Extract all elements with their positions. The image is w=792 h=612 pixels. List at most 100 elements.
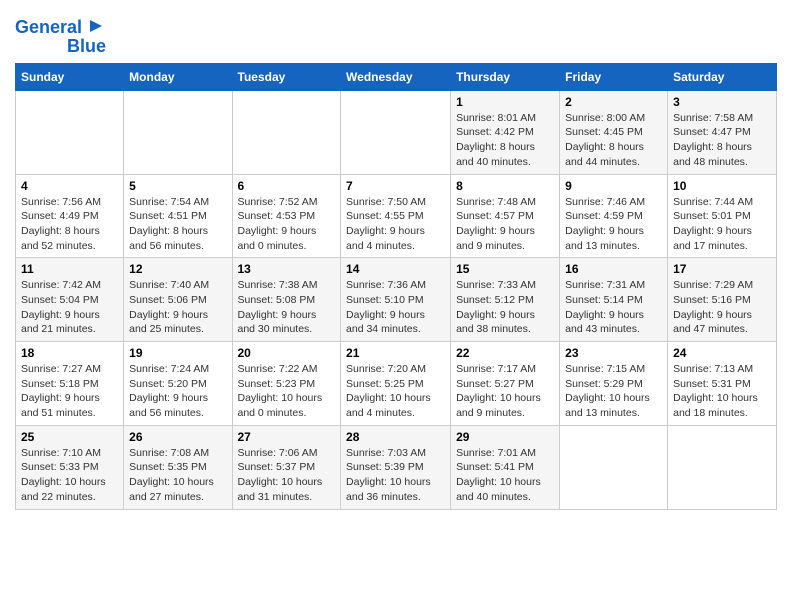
day-number: 6 <box>238 179 336 193</box>
day-number: 8 <box>456 179 554 193</box>
day-number: 28 <box>346 430 445 444</box>
day-info: Sunrise: 7:08 AM Sunset: 5:35 PM Dayligh… <box>129 446 226 505</box>
day-info: Sunrise: 7:10 AM Sunset: 5:33 PM Dayligh… <box>21 446 118 505</box>
calendar-cell: 12 Sunrise: 7:40 AM Sunset: 5:06 PM Dayli… <box>124 258 232 342</box>
day-info: Sunrise: 8:01 AM Sunset: 4:42 PM Dayligh… <box>456 111 554 170</box>
header-day: Tuesday <box>232 63 341 90</box>
calendar-cell <box>16 90 124 174</box>
calendar-cell: 22 Sunrise: 7:17 AM Sunset: 5:27 PM Dayli… <box>451 342 560 426</box>
day-info: Sunrise: 7:50 AM Sunset: 4:55 PM Dayligh… <box>346 195 445 254</box>
calendar-cell: 20Sunrise: 7:22 AM Sunset: 5:23 PM Dayli… <box>232 342 341 426</box>
day-number: 24 <box>673 346 771 360</box>
header-day: Wednesday <box>341 63 451 90</box>
logo-blue-text: Blue <box>67 37 106 57</box>
day-number: 18 <box>21 346 118 360</box>
calendar-cell: 24 Sunrise: 7:13 AM Sunset: 5:31 PM Dayli… <box>668 342 777 426</box>
calendar-cell: 26Sunrise: 7:08 AM Sunset: 5:35 PM Dayli… <box>124 425 232 509</box>
logo-general: General <box>15 18 82 38</box>
day-info: Sunrise: 7:01 AM Sunset: 5:41 PM Dayligh… <box>456 446 554 505</box>
calendar-week-row: 1 Sunrise: 8:01 AM Sunset: 4:42 PM Daylig… <box>16 90 777 174</box>
day-number: 14 <box>346 262 445 276</box>
day-number: 15 <box>456 262 554 276</box>
day-info: Sunrise: 7:40 AM Sunset: 5:06 PM Dayligh… <box>129 278 226 337</box>
calendar-table: SundayMondayTuesdayWednesdayThursdayFrid… <box>15 63 777 510</box>
calendar-cell: 16 Sunrise: 7:31 AM Sunset: 5:14 PM Dayli… <box>560 258 668 342</box>
calendar-cell <box>668 425 777 509</box>
day-info: Sunrise: 7:44 AM Sunset: 5:01 PM Dayligh… <box>673 195 771 254</box>
logo-icon <box>86 16 106 36</box>
calendar-cell <box>560 425 668 509</box>
calendar-week-row: 25 Sunrise: 7:10 AM Sunset: 5:33 PM Dayli… <box>16 425 777 509</box>
calendar-cell: 4 Sunrise: 7:56 AM Sunset: 4:49 PM Daylig… <box>16 174 124 258</box>
day-info: Sunrise: 7:42 AM Sunset: 5:04 PM Dayligh… <box>21 278 118 337</box>
day-number: 10 <box>673 179 771 193</box>
calendar-cell: 19 Sunrise: 7:24 AM Sunset: 5:20 PM Dayli… <box>124 342 232 426</box>
day-info: Sunrise: 8:00 AM Sunset: 4:45 PM Dayligh… <box>565 111 662 170</box>
calendar-cell: 6 Sunrise: 7:52 AM Sunset: 4:53 PM Daylig… <box>232 174 341 258</box>
day-info: Sunrise: 7:46 AM Sunset: 4:59 PM Dayligh… <box>565 195 662 254</box>
day-info: Sunrise: 7:24 AM Sunset: 5:20 PM Dayligh… <box>129 362 226 421</box>
day-number: 5 <box>129 179 226 193</box>
day-number: 4 <box>21 179 118 193</box>
page-header: General Blue <box>15 10 777 57</box>
day-info: Sunrise: 7:58 AM Sunset: 4:47 PM Dayligh… <box>673 111 771 170</box>
day-number: 11 <box>21 262 118 276</box>
calendar-cell: 13Sunrise: 7:38 AM Sunset: 5:08 PM Dayli… <box>232 258 341 342</box>
day-info: Sunrise: 7:54 AM Sunset: 4:51 PM Dayligh… <box>129 195 226 254</box>
day-number: 12 <box>129 262 226 276</box>
calendar-cell: 27Sunrise: 7:06 AM Sunset: 5:37 PM Dayli… <box>232 425 341 509</box>
day-number: 16 <box>565 262 662 276</box>
day-info: Sunrise: 7:48 AM Sunset: 4:57 PM Dayligh… <box>456 195 554 254</box>
day-info: Sunrise: 7:56 AM Sunset: 4:49 PM Dayligh… <box>21 195 118 254</box>
day-info: Sunrise: 7:20 AM Sunset: 5:25 PM Dayligh… <box>346 362 445 421</box>
logo: General Blue <box>15 14 106 57</box>
day-number: 1 <box>456 95 554 109</box>
day-number: 13 <box>238 262 336 276</box>
day-info: Sunrise: 7:36 AM Sunset: 5:10 PM Dayligh… <box>346 278 445 337</box>
day-info: Sunrise: 7:33 AM Sunset: 5:12 PM Dayligh… <box>456 278 554 337</box>
day-number: 29 <box>456 430 554 444</box>
calendar-cell: 5 Sunrise: 7:54 AM Sunset: 4:51 PM Daylig… <box>124 174 232 258</box>
day-number: 21 <box>346 346 445 360</box>
calendar-cell: 11 Sunrise: 7:42 AM Sunset: 5:04 PM Dayli… <box>16 258 124 342</box>
day-info: Sunrise: 7:31 AM Sunset: 5:14 PM Dayligh… <box>565 278 662 337</box>
day-number: 2 <box>565 95 662 109</box>
day-number: 25 <box>21 430 118 444</box>
day-info: Sunrise: 7:17 AM Sunset: 5:27 PM Dayligh… <box>456 362 554 421</box>
calendar-cell <box>124 90 232 174</box>
calendar-cell: 25 Sunrise: 7:10 AM Sunset: 5:33 PM Dayli… <box>16 425 124 509</box>
day-number: 9 <box>565 179 662 193</box>
calendar-week-row: 4 Sunrise: 7:56 AM Sunset: 4:49 PM Daylig… <box>16 174 777 258</box>
calendar-cell: 21 Sunrise: 7:20 AM Sunset: 5:25 PM Dayli… <box>341 342 451 426</box>
day-info: Sunrise: 7:03 AM Sunset: 5:39 PM Dayligh… <box>346 446 445 505</box>
calendar-cell: 23 Sunrise: 7:15 AM Sunset: 5:29 PM Dayli… <box>560 342 668 426</box>
calendar-cell: 3Sunrise: 7:58 AM Sunset: 4:47 PM Daylig… <box>668 90 777 174</box>
day-number: 17 <box>673 262 771 276</box>
calendar-cell: 28 Sunrise: 7:03 AM Sunset: 5:39 PM Dayli… <box>341 425 451 509</box>
calendar-cell: 1 Sunrise: 8:01 AM Sunset: 4:42 PM Daylig… <box>451 90 560 174</box>
day-info: Sunrise: 7:15 AM Sunset: 5:29 PM Dayligh… <box>565 362 662 421</box>
day-number: 7 <box>346 179 445 193</box>
header-day: Friday <box>560 63 668 90</box>
calendar-cell: 7 Sunrise: 7:50 AM Sunset: 4:55 PM Daylig… <box>341 174 451 258</box>
day-info: Sunrise: 7:22 AM Sunset: 5:23 PM Dayligh… <box>238 362 336 421</box>
calendar-cell <box>232 90 341 174</box>
day-info: Sunrise: 7:13 AM Sunset: 5:31 PM Dayligh… <box>673 362 771 421</box>
header-day: Monday <box>124 63 232 90</box>
calendar-week-row: 18Sunrise: 7:27 AM Sunset: 5:18 PM Dayli… <box>16 342 777 426</box>
calendar-cell: 2 Sunrise: 8:00 AM Sunset: 4:45 PM Daylig… <box>560 90 668 174</box>
day-number: 23 <box>565 346 662 360</box>
day-number: 22 <box>456 346 554 360</box>
header-day: Thursday <box>451 63 560 90</box>
header-day: Saturday <box>668 63 777 90</box>
calendar-cell: 8 Sunrise: 7:48 AM Sunset: 4:57 PM Daylig… <box>451 174 560 258</box>
calendar-cell: 14 Sunrise: 7:36 AM Sunset: 5:10 PM Dayli… <box>341 258 451 342</box>
day-number: 19 <box>129 346 226 360</box>
calendar-cell: 17Sunrise: 7:29 AM Sunset: 5:16 PM Dayli… <box>668 258 777 342</box>
calendar-cell: 18Sunrise: 7:27 AM Sunset: 5:18 PM Dayli… <box>16 342 124 426</box>
calendar-cell: 10 Sunrise: 7:44 AM Sunset: 5:01 PM Dayli… <box>668 174 777 258</box>
day-info: Sunrise: 7:52 AM Sunset: 4:53 PM Dayligh… <box>238 195 336 254</box>
header-row: SundayMondayTuesdayWednesdayThursdayFrid… <box>16 63 777 90</box>
calendar-week-row: 11 Sunrise: 7:42 AM Sunset: 5:04 PM Dayli… <box>16 258 777 342</box>
calendar-cell <box>341 90 451 174</box>
